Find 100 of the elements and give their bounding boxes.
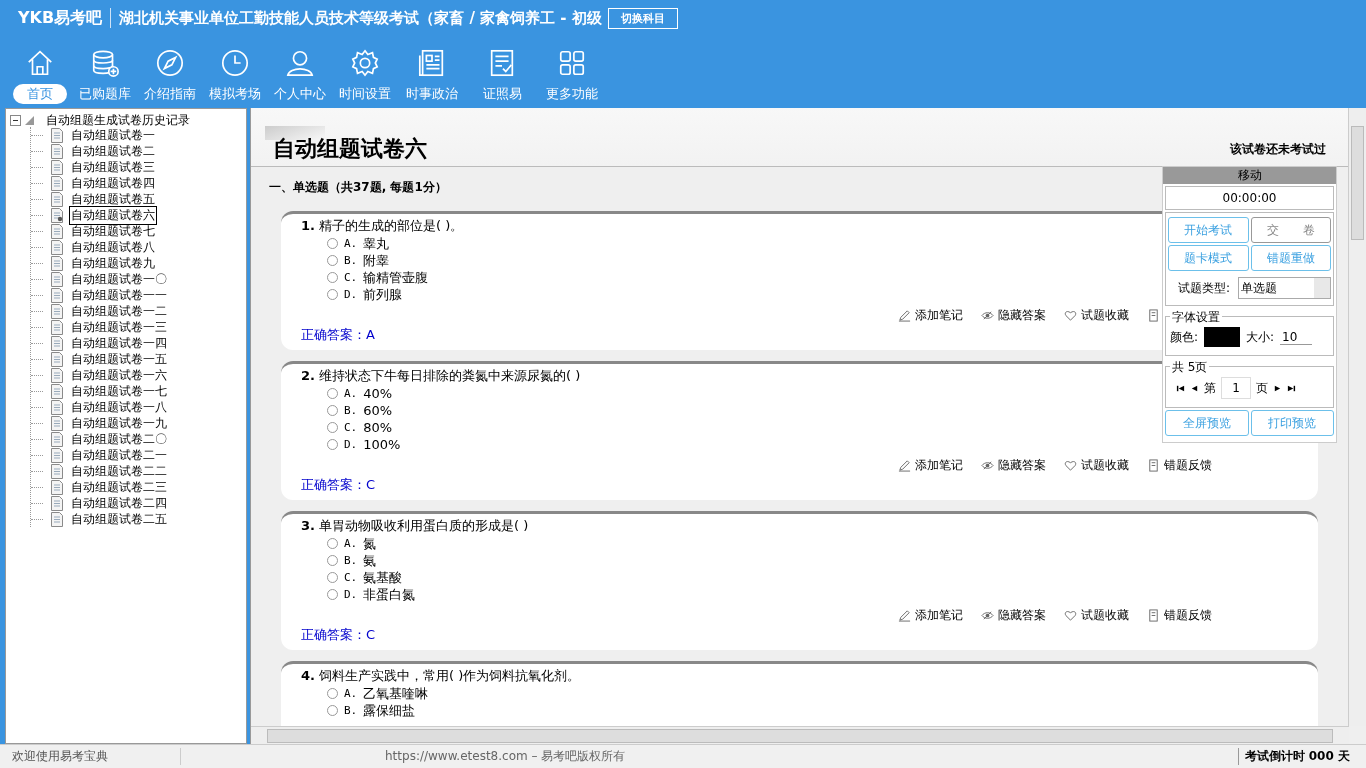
compass-icon[interactable] — [154, 48, 185, 78]
document-icon — [51, 207, 63, 223]
previous-page-icon[interactable] — [1190, 383, 1199, 393]
radio-button[interactable] — [327, 388, 338, 399]
document-icon — [51, 271, 63, 287]
book-icon[interactable] — [1147, 609, 1160, 622]
triangle-icon — [25, 115, 34, 125]
option-text: 60% — [363, 403, 393, 418]
correct-answer: 正确答案：A — [301, 326, 375, 344]
gear-icon[interactable] — [349, 48, 380, 78]
horizontal-scrollbar[interactable] — [251, 726, 1349, 744]
next-page-icon[interactable] — [1273, 383, 1282, 393]
document-icon — [51, 239, 63, 255]
radio-button[interactable] — [327, 289, 338, 300]
document-icon — [51, 511, 63, 527]
heart-icon[interactable] — [1064, 459, 1077, 472]
question-text: 2. 维持状态下牛每日排除的粪氮中来源尿氮的( ) — [301, 367, 581, 385]
action-link[interactable]: 隐藏答案 — [998, 457, 1046, 474]
document-icon — [51, 383, 63, 399]
option-text: 非蛋白氮 — [363, 585, 416, 604]
grid-icon[interactable] — [557, 48, 587, 78]
question-text: 3. 单胃动物吸收利用蛋白质的形成是( ) — [301, 517, 529, 535]
status-text: 欢迎使用易考宝典 — [0, 748, 181, 765]
radio-button[interactable] — [327, 422, 338, 433]
radio-button[interactable] — [327, 555, 338, 566]
option-letter: B. — [344, 554, 358, 567]
option-text: 输精管壶腹 — [363, 268, 429, 287]
last-page-icon[interactable] — [1287, 383, 1296, 393]
submit-button[interactable]: 交 卷 — [1250, 217, 1331, 243]
first-page-icon[interactable] — [1176, 383, 1185, 393]
hidden-eye-icon[interactable] — [981, 609, 994, 622]
document-icon — [51, 191, 63, 207]
countdown-text: 考试倒计时 000 天 — [1237, 748, 1350, 765]
document-icon — [51, 159, 63, 175]
radio-button[interactable] — [327, 238, 338, 249]
section-heading: 一、单选题（共37题, 每题1分） — [269, 179, 447, 196]
radio-button[interactable] — [327, 688, 338, 699]
group-label: 字体设置 — [1170, 309, 1222, 326]
option-text: 乙氧基喹啉 — [363, 684, 429, 703]
question-text: 1. 精子的生成的部位是( )。 — [301, 217, 464, 235]
document-icon — [51, 495, 63, 511]
option-text: 80% — [363, 420, 393, 435]
action-link[interactable]: 错题反馈 — [1164, 607, 1212, 624]
action-link[interactable]: 添加笔记 — [915, 607, 963, 624]
clock-icon[interactable] — [219, 48, 250, 78]
action-link[interactable]: 隐藏答案 — [998, 607, 1046, 624]
size-field[interactable]: 10 — [1280, 329, 1313, 345]
vertical-scrollbar[interactable] — [1348, 108, 1366, 726]
heart-icon[interactable] — [1064, 309, 1077, 322]
book-icon[interactable] — [1147, 309, 1160, 322]
option-letter: A. — [344, 387, 358, 400]
option-text: 40% — [363, 386, 393, 401]
radio-button[interactable] — [327, 255, 338, 266]
document-icon — [51, 175, 63, 191]
radio-button[interactable] — [327, 589, 338, 600]
option-text: 前列腺 — [363, 285, 403, 304]
action-link[interactable]: 添加笔记 — [915, 307, 963, 324]
page-label: 第 — [1204, 379, 1216, 397]
pencil-icon[interactable] — [898, 459, 911, 472]
action-link[interactable]: 隐藏答案 — [998, 307, 1046, 324]
color-label: 颜色: — [1170, 328, 1199, 346]
radio-button[interactable] — [327, 705, 338, 716]
hidden-eye-icon[interactable] — [981, 459, 994, 472]
tree-item[interactable]: 自动组题试卷六 — [69, 205, 157, 225]
document-icon — [51, 335, 63, 351]
radio-button[interactable] — [327, 405, 338, 416]
radio-button[interactable] — [327, 272, 338, 283]
timer: 00:00:00 — [1165, 186, 1334, 210]
panel-header[interactable]: 移动 — [1163, 167, 1336, 184]
document-icon — [51, 223, 63, 239]
radio-button[interactable] — [327, 538, 338, 549]
action-link[interactable]: 添加笔记 — [915, 457, 963, 474]
option-letter: A. — [344, 537, 358, 550]
document-icon — [51, 367, 63, 383]
correct-answer: 正确答案：C — [301, 476, 376, 494]
page-label: 页 — [1256, 379, 1268, 397]
type-dropdown[interactable]: 单选题 — [1238, 277, 1331, 299]
action-link[interactable]: 试题收藏 — [1081, 457, 1129, 474]
action-link[interactable]: 错题反馈 — [1164, 457, 1212, 474]
color-swatch[interactable] — [1204, 327, 1241, 347]
hidden-eye-icon[interactable] — [981, 309, 994, 322]
option-letter: C. — [344, 421, 358, 434]
book-icon[interactable] — [1147, 459, 1160, 472]
option-letter: D. — [344, 588, 358, 601]
paper-title: 自动组题试卷六 — [273, 135, 427, 163]
document-icon — [51, 287, 63, 303]
page-field[interactable]: 1 — [1221, 377, 1251, 399]
radio-button[interactable] — [327, 572, 338, 583]
pencil-icon[interactable] — [898, 609, 911, 622]
heart-icon[interactable] — [1064, 609, 1077, 622]
option-letter: C. — [344, 271, 358, 284]
pencil-icon[interactable] — [898, 309, 911, 322]
action-link[interactable]: 试题收藏 — [1081, 607, 1129, 624]
document-icon — [51, 431, 63, 447]
action-link[interactable]: 试题收藏 — [1081, 307, 1129, 324]
person-icon[interactable] — [284, 48, 315, 78]
document-icon — [51, 447, 63, 463]
radio-button[interactable] — [327, 439, 338, 450]
copyright-text: https://www.etest8.com – 易考吧版权所有 — [385, 748, 626, 765]
collapse-toggle[interactable] — [10, 114, 21, 126]
